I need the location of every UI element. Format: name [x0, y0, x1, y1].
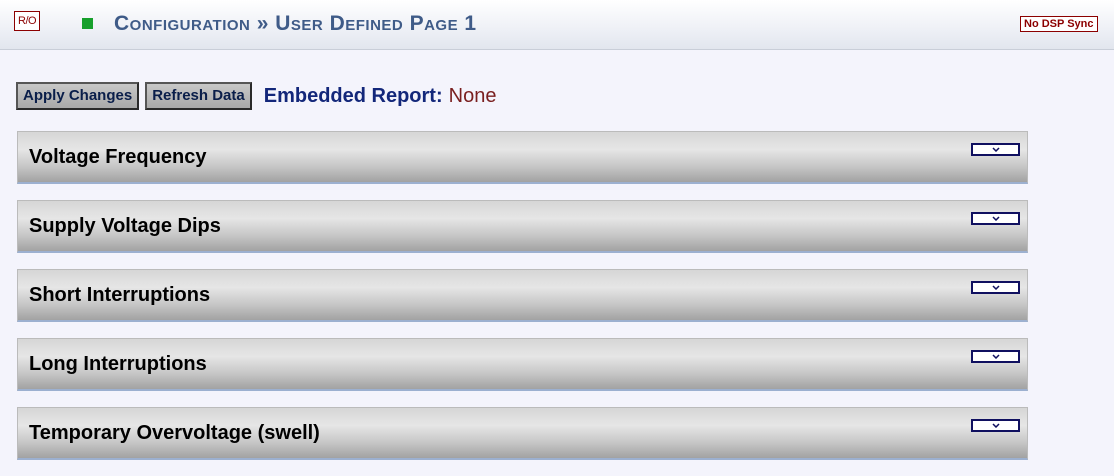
chevron-down-icon [991, 216, 1000, 221]
expand-toggle-button[interactable] [971, 350, 1020, 363]
toolbar: Apply Changes Refresh Data Embedded Repo… [16, 82, 496, 110]
expand-toggle-button[interactable] [971, 143, 1020, 156]
status-indicator-icon [82, 18, 93, 29]
section-short-interruptions[interactable]: Short Interruptions [17, 269, 1028, 322]
section-title: Short Interruptions [29, 284, 211, 306]
embedded-report-label: Embedded Report: [263, 84, 443, 107]
section-long-interruptions[interactable]: Long Interruptions [17, 338, 1028, 391]
chevron-down-icon [991, 147, 1000, 152]
expand-toggle-button[interactable] [971, 281, 1020, 294]
section-voltage-frequency[interactable]: Voltage Frequency [17, 131, 1028, 184]
page-title: Configuration » User Defined Page 1 [114, 12, 477, 35]
chevron-down-icon [991, 285, 1000, 290]
header-bar: R/O Configuration » User Defined Page 1 … [0, 0, 1114, 50]
section-title: Voltage Frequency [29, 146, 207, 168]
apply-changes-button[interactable]: Apply Changes [16, 82, 140, 110]
section-temporary-overvoltage[interactable]: Temporary Overvoltage (swell) [17, 407, 1028, 460]
section-title: Supply Voltage Dips [29, 215, 221, 237]
chevron-down-icon [991, 423, 1000, 428]
expand-toggle-button[interactable] [971, 419, 1020, 432]
section-title: Long Interruptions [29, 353, 207, 375]
section-list: Voltage Frequency Supply Voltage Dips Sh… [17, 131, 1028, 476]
section-title: Temporary Overvoltage (swell) [29, 422, 320, 444]
section-supply-voltage-dips[interactable]: Supply Voltage Dips [17, 200, 1028, 253]
embedded-report-value: None [448, 84, 497, 107]
refresh-data-button[interactable]: Refresh Data [145, 82, 252, 110]
chevron-down-icon [991, 354, 1000, 359]
read-only-badge: R/O [14, 11, 41, 31]
expand-toggle-button[interactable] [971, 212, 1020, 225]
dsp-sync-badge: No DSP Sync [1020, 16, 1098, 32]
